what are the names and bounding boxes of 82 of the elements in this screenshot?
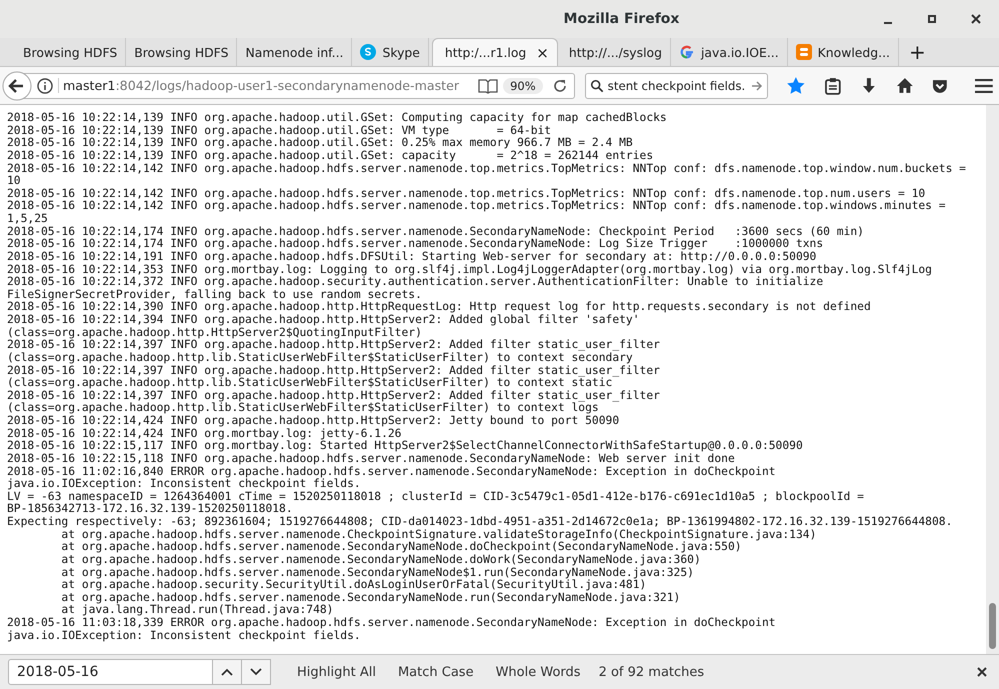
home-icon[interactable] — [896, 76, 914, 94]
log-line: 2018-05-16 10:22:14,397 INFO org.apache.hadoop.http.HttpServer2: Added filter static_user_filter — [7, 364, 660, 378]
log-line: (class=org.apache.hadoop.http.lib.StaticUserWebFilter$StaticUserFilter) to context static — [7, 377, 612, 390]
log-line: 2018-05-16 10:22:15,117 INFO org.mortbay.log: Started HttpServer2$SelectChannelConnectorWithSafeStartup@0.0.0.0:50090 — [7, 440, 803, 453]
log-line: 2018-05-16 10:22:14,139 INFO org.apache.hadoop.util.GSet: Computing capacity for map cachedBlocks — [7, 112, 667, 125]
log-line: at org.apache.hadoop.hdfs.server.namenode.SecondaryNameNode.doCheckpoint(SecondaryNameNode.java:550) — [60, 541, 742, 554]
new-tab-button[interactable]: + — [898, 38, 936, 66]
log-line: 2018-05-16 10:22:14,353 INFO org.mortbay.log: Logging to org.slf4j.impl.Log4jLoggerAdapter(org.mortbay.log) via org.mortbay.log.Slf4jLog — [7, 264, 932, 276]
next-match-button[interactable] — [242, 659, 271, 685]
maximize-icon[interactable] — [927, 14, 937, 24]
close-icon[interactable] — [971, 14, 981, 24]
log-line: at org.apache.hadoop.hdfs.server.namenode.SecondaryNameNode$1.run(SecondaryNameNode.java:325) — [60, 566, 694, 578]
log-line: FileSignerSecretProvider, falling back to use random secrets. — [7, 288, 422, 301]
log-line: 2018-05-16 10:22:15,118 INFO org.apache.hadoop.hdfs.server.namenode.SecondaryNameNode: Web server init done — [7, 452, 735, 466]
log-line: (class=org.apache.hadoop.http.HttpServer2$QuotingInputFilter) — [7, 326, 422, 340]
log-line: at org.apache.hadoop.hdfs.server.namenode.CheckpointSignature.validateStorageInfo(CheckpointSignature.java:134) — [60, 528, 816, 542]
forward-arrow-icon[interactable] — [751, 80, 764, 92]
log-line: java.io.IOException: Inconsistent checkpoint fields. — [7, 630, 361, 642]
log-line: (class=org.apache.hadoop.http.lib.StaticUserWebFilter$StaticUserFilter) to context logs — [7, 402, 599, 415]
log-line: LV = -63 namespaceID = 1264364001 cTime = 1520250118018 ; clusterId = CID-3c5479c1-05d1-412e-b176-c691ec1d10a5 ; blockpoolId = — [7, 490, 864, 504]
log-line: 2018-05-16 10:22:14,424 INFO org.apache.hadoop.http.HttpServer2: Jetty bound to port 50090 — [7, 415, 620, 428]
log-line: 2018-05-16 10:22:14,139 INFO org.apache.hadoop.util.GSet: capacity = 2^18 = 262144 entries — [7, 150, 654, 162]
log-line: at org.apache.hadoop.security.SecurityUtil.doAsLoginUserOrFatal(SecurityUtil.java:481) — [60, 579, 646, 592]
browser-tab[interactable]: http:/...r1.log × — [432, 38, 558, 66]
log-line: at org.apache.hadoop.hdfs.server.namenode.SecondaryNameNode.run(SecondaryNameNode.java:321) — [60, 592, 680, 604]
log-line: 2018-05-16 10:22:14,142 INFO org.apache.hadoop.hdfs.server.namenode.top.metrics.TopMetrics: NNTop conf: dfs.namenode.top.windows.minutes = — [7, 200, 946, 213]
find-field[interactable]: 2018-05-16 — [8, 659, 213, 685]
log-line: 2018-05-16 10:22:14,397 INFO org.apache.hadoop.http.HttpServer2: Added filter static_user_filter — [7, 390, 660, 402]
browser-tab[interactable]: Namenode inf... — [237, 38, 352, 66]
match-count: 2 of 92 matches — [598, 664, 704, 680]
browser-tab[interactable]: http://.../syslog — [560, 38, 671, 66]
log-line: 2018-05-16 10:22:14,372 INFO org.apache.hadoop.security.authentication.server.AuthenticationFilter: Unable to initialize — [7, 276, 824, 289]
menu-icon[interactable] — [975, 78, 993, 94]
search-field[interactable]: stent checkpoint fields. — [584, 72, 768, 98]
url-text[interactable]: master1:8042/logs/hadoop-user1-secondarynamenode-master — [58, 78, 474, 93]
window-title: Mozilla Firefox — [562, 11, 680, 27]
log-line: 2018-05-16 10:22:14,397 INFO org.apache.hadoop.http.HttpServer2: Added filter static_user_filter — [7, 339, 660, 352]
find-option-toggle[interactable]: Highlight All — [297, 664, 376, 680]
browser-tab[interactable]: java.io.IOE... — [670, 38, 788, 66]
log-line: 1,5,25 — [7, 213, 48, 226]
reload-icon[interactable] — [552, 78, 568, 94]
log-line: (class=org.apache.hadoop.http.lib.StaticUserWebFilter$StaticUserFilter) to context secondary — [7, 352, 633, 364]
search-icon — [590, 78, 604, 92]
close-icon[interactable] — [977, 667, 987, 677]
tab-close-button[interactable]: × — [536, 44, 549, 62]
log-line: at java.lang.Thread.run(Thread.java:748) — [60, 604, 334, 617]
log-line: 2018-05-16 11:02:16,840 ERROR org.apache.hadoop.hdfs.server.namenode.SecondaryNameNode: Exception in doCheckpoint — [7, 466, 776, 478]
log-line: 2018-05-16 10:22:14,139 INFO org.apache.hadoop.util.GSet: VM type = 64-bit — [7, 124, 552, 138]
previous-match-button[interactable] — [213, 659, 242, 685]
browser-tab[interactable]: Browsing HDFS — [15, 38, 126, 66]
zoom-level-badge[interactable]: 90% — [503, 78, 543, 94]
log-line: 2018-05-16 10:22:14,191 INFO org.apache.hadoop.hdfs.DFSUtil: Starting Web-server for secondary at: http://0.0.0.0:50090 — [7, 250, 816, 264]
find-option-toggle[interactable]: Match Case — [398, 664, 474, 680]
log-line: java.io.IOException: Inconsistent checkpoint fields. — [7, 478, 361, 491]
browser-tab[interactable]: Knowledg... — [788, 38, 899, 66]
browser-tab[interactable]: Skype — [352, 38, 429, 66]
skype-icon — [360, 44, 376, 60]
log-line: 2018-05-16 11:03:18,339 ERROR org.apache.hadoop.hdfs.server.namenode.SecondaryNameNode: Exception in doCheckpoint — [7, 617, 776, 630]
log-line: 2018-05-16 10:22:14,174 INFO org.apache.hadoop.hdfs.server.namenode.SecondaryNameNode: Log Size Trigger :1000000 txns — [7, 238, 824, 251]
chevron-down-icon — [250, 668, 262, 676]
reader-view-icon[interactable] — [478, 78, 498, 94]
log-line: 2018-05-16 10:22:14,139 INFO org.apache.hadoop.util.GSet: 0.25% max memory 966.7 MB = 2.4 MB — [7, 137, 633, 150]
browser-tab[interactable]: Browsing HDFS — [126, 38, 238, 66]
star-icon[interactable] — [786, 76, 806, 96]
log-line: 2018-05-16 10:22:14,142 INFO org.apache.hadoop.hdfs.server.namenode.top.metrics.TopMetrics: NNTop conf: dfs.namenode.top.num.users = 10 — [7, 188, 926, 200]
log-line: 2018-05-16 10:22:14,142 INFO org.apache.hadoop.hdfs.server.namenode.top.metrics.TopMetrics: NNTop conf: dfs.namenode.top.window.num.buckets = — [7, 162, 966, 176]
log-line: BP-1856342713-172.16.32.139-1520250118018. — [7, 503, 293, 516]
log-line: at org.apache.hadoop.hdfs.server.namenode.SecondaryNameNode.doWork(SecondaryNameNode.java:360) — [60, 554, 701, 566]
address-bar[interactable]: master1:8042/logs/hadoop-user1-secondarynamenode-master 90% — [4, 72, 575, 98]
log-line: 2018-05-16 10:22:14,174 INFO org.apache.hadoop.hdfs.server.namenode.SecondaryNameNode: Checkpoint Period :3600 secs (60 min) — [7, 226, 864, 238]
info-icon[interactable] — [37, 78, 53, 94]
log-line: 2018-05-16 10:22:14,424 INFO org.mortbay.log: jetty-6.1.26 — [7, 428, 402, 440]
log-line: 2018-05-16 10:22:14,390 INFO org.apache.hadoop.http.HttpRequestLog: Http request log for http.requests.secondary is not defined — [7, 301, 871, 314]
chevron-up-icon — [221, 668, 233, 676]
find-option-toggle[interactable]: Whole Words — [496, 664, 581, 680]
blogger-icon — [796, 44, 812, 60]
google-icon — [678, 44, 695, 60]
log-line: 10 — [7, 175, 21, 188]
log-line: 2018-05-16 10:22:14,394 INFO org.apache.hadoop.http.HttpServer2: Added global filter 'safety' — [7, 314, 640, 327]
log-line: Expecting respectively: -63; 892361604; 1519276644808; CID-da014023-1dbd-4951-a351-2d14672c0e1a; BP-1361994802-172.16.32.139-1519276644808. — [7, 516, 952, 529]
clipboard-icon[interactable] — [824, 76, 842, 94]
scrollbar-drawing[interactable] — [986, 105, 999, 654]
